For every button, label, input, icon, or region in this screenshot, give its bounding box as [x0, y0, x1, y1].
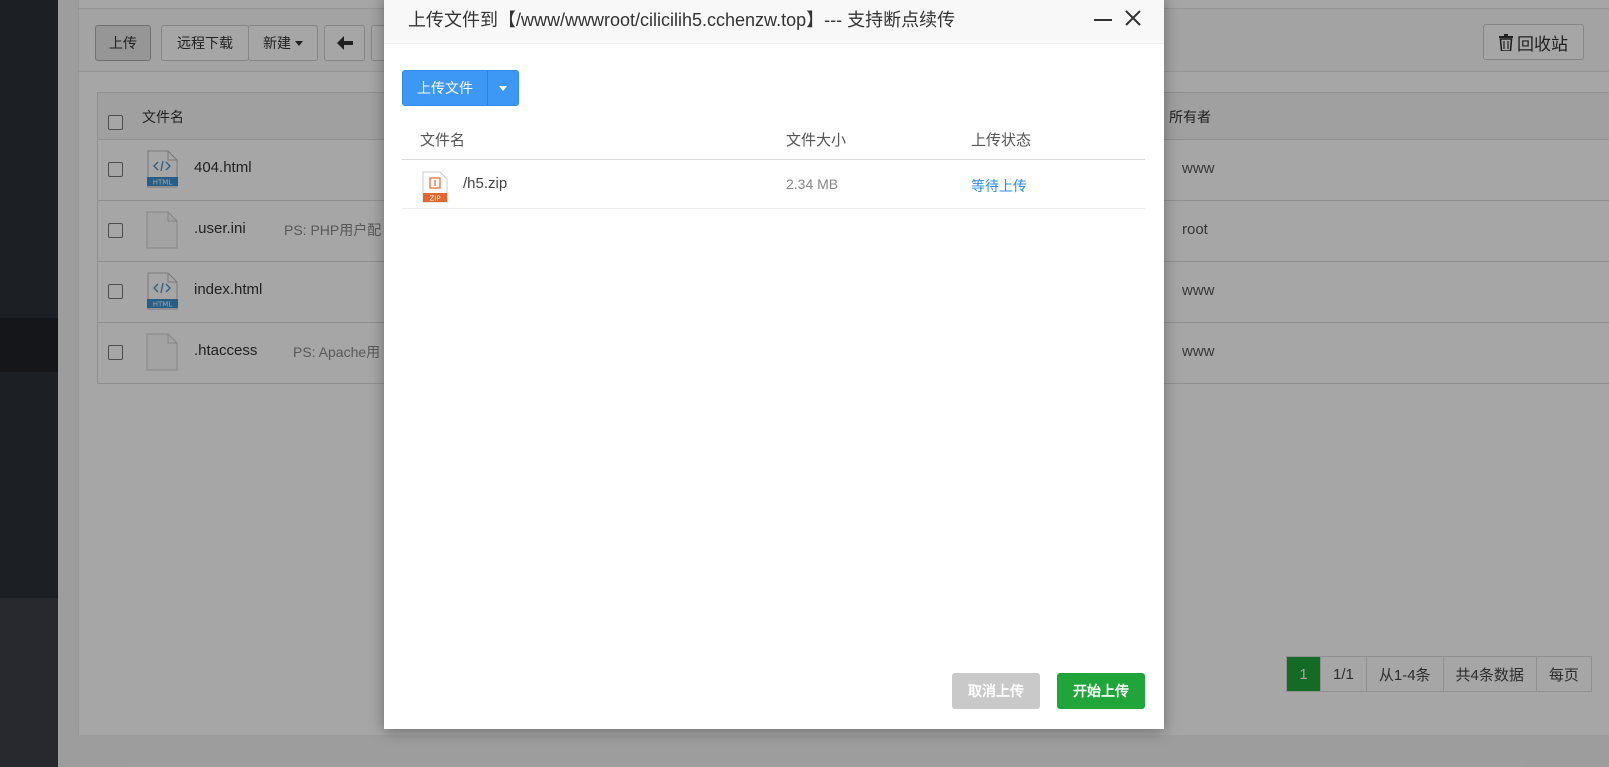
dialog-title-bar: 上传文件到【/www/wwwroot/cilicilih5.cchenzw.to… — [384, 0, 1164, 44]
upload-options-dropdown[interactable] — [488, 71, 518, 105]
start-upload-button[interactable]: 开始上传 — [1057, 673, 1145, 709]
upload-queue-table: 文件名 文件大小 上传状态 ZIP /h5.zip 2.34 MB 等待上传 — [402, 118, 1145, 209]
upload-status-header: 上传状态 — [971, 132, 1032, 149]
svg-text:ZIP: ZIP — [429, 195, 440, 203]
cancel-upload-button[interactable]: 取消上传 — [952, 673, 1040, 709]
upload-queue-row[interactable]: ZIP /h5.zip 2.34 MB 等待上传 — [402, 160, 1145, 209]
upload-dialog: 上传文件到【/www/wwwroot/cilicilih5.cchenzw.to… — [384, 0, 1164, 729]
upload-file-label[interactable]: 上传文件 — [403, 71, 488, 105]
upload-size-header: 文件大小 — [786, 132, 847, 149]
upload-file-name: /h5.zip — [463, 175, 508, 192]
close-icon[interactable] — [1122, 7, 1144, 29]
minimize-icon[interactable] — [1094, 19, 1112, 21]
upload-file-button[interactable]: 上传文件 — [402, 70, 519, 106]
upload-file-size: 2.34 MB — [786, 176, 839, 192]
zip-file-icon: ZIP — [422, 171, 448, 203]
chevron-down-icon — [499, 85, 507, 91]
dialog-title: 上传文件到【/www/wwwroot/cilicilih5.cchenzw.to… — [408, 10, 956, 30]
upload-queue-header: 文件名 文件大小 上传状态 — [402, 118, 1145, 160]
upload-file-status: 等待上传 — [971, 178, 1027, 194]
upload-name-header: 文件名 — [420, 132, 466, 149]
